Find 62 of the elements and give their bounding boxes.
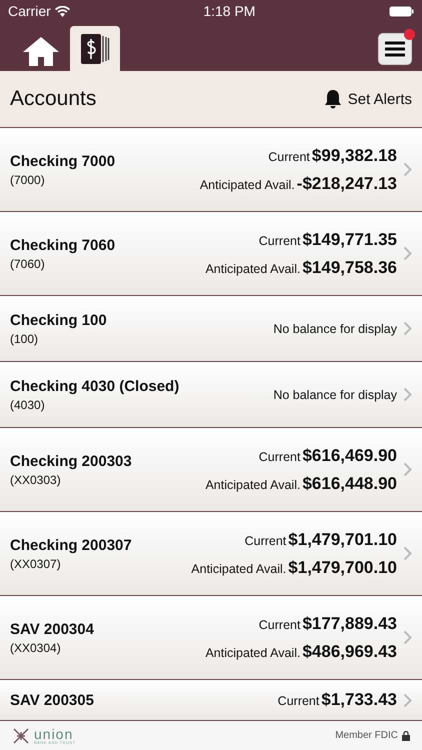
account-number: (XX0303)	[10, 472, 62, 486]
account-name: SAV 200305	[10, 692, 95, 708]
home-icon	[22, 35, 60, 67]
chevron-icon	[403, 321, 412, 336]
carrier-label: Carrier	[8, 3, 51, 19]
balance-amount: -$218,247.13	[296, 174, 397, 194]
balance-amount: $616,448.90	[302, 474, 397, 494]
balance-amount: $616,469.90	[302, 446, 397, 466]
balance-amount: $1,479,700.10	[288, 558, 397, 578]
no-balance-message: No balance for display	[273, 388, 397, 402]
wifi-icon	[54, 6, 70, 16]
menu-icon	[385, 40, 405, 56]
account-number: (4030)	[10, 398, 46, 412]
account-name: SAV 200304	[10, 620, 95, 638]
chevron-icon	[403, 630, 412, 645]
account-name: Checking 200303	[10, 452, 133, 470]
account-number: (100)	[10, 332, 40, 346]
balance-amount: $177,889.43	[302, 614, 397, 634]
dollar-icon	[80, 32, 110, 64]
no-balance-message: No balance for display	[273, 322, 397, 336]
battery-icon	[388, 6, 414, 16]
balance-label: Anticipated Avail.	[200, 178, 295, 192]
balance-label: Anticipated Avail.	[205, 478, 300, 492]
chevron-icon	[403, 162, 412, 177]
balance-amount: $1,479,701.10	[288, 530, 397, 550]
page-title: Accounts	[10, 87, 96, 111]
account-name: Checking 7000	[10, 152, 116, 170]
account-number: (7000)	[10, 172, 46, 186]
lock-icon	[402, 730, 410, 740]
chevron-icon	[403, 546, 412, 561]
clock: 1:18 PM	[203, 3, 256, 19]
chevron-icon	[403, 462, 412, 477]
balance-label: Anticipated Avail.	[205, 646, 300, 660]
balance-label: Current	[278, 694, 320, 708]
chevron-icon	[403, 246, 412, 261]
balance-amount: $149,758.36	[302, 258, 397, 278]
balance-label: Current	[258, 450, 300, 464]
account-name: Checking 4030 (Closed)	[10, 378, 180, 394]
account-name: Checking 200307	[10, 536, 133, 554]
balance-amount: $149,771.35	[302, 230, 397, 250]
account-number: (XX0304)	[10, 640, 62, 654]
balance-amount: $99,382.18	[312, 146, 397, 166]
balance-label: Current	[268, 150, 310, 164]
bell-icon	[324, 89, 342, 109]
logo-icon	[12, 726, 30, 744]
account-number: (7060)	[10, 256, 46, 270]
member-fdic-label: Member FDIC	[335, 730, 398, 741]
balance-amount: $486,969.43	[302, 642, 397, 662]
accounts-tab[interactable]	[70, 26, 120, 71]
account-name: Checking 100	[10, 312, 108, 328]
balance-label: Current	[244, 534, 286, 548]
balance-label: Anticipated Avail.	[191, 562, 286, 576]
account-number: (XX0307)	[10, 556, 62, 570]
balance-label: Current	[258, 618, 300, 632]
logo-name: union	[34, 726, 74, 740]
balance-amount: $1,733.43	[321, 690, 397, 710]
balance-label: Current	[258, 234, 300, 248]
set-alerts-button[interactable]: Set Alerts	[324, 89, 412, 109]
balance-label: Anticipated Avail.	[205, 262, 300, 276]
chevron-icon	[403, 387, 412, 402]
account-name: Checking 7060	[10, 236, 116, 254]
chevron-icon	[403, 692, 412, 708]
